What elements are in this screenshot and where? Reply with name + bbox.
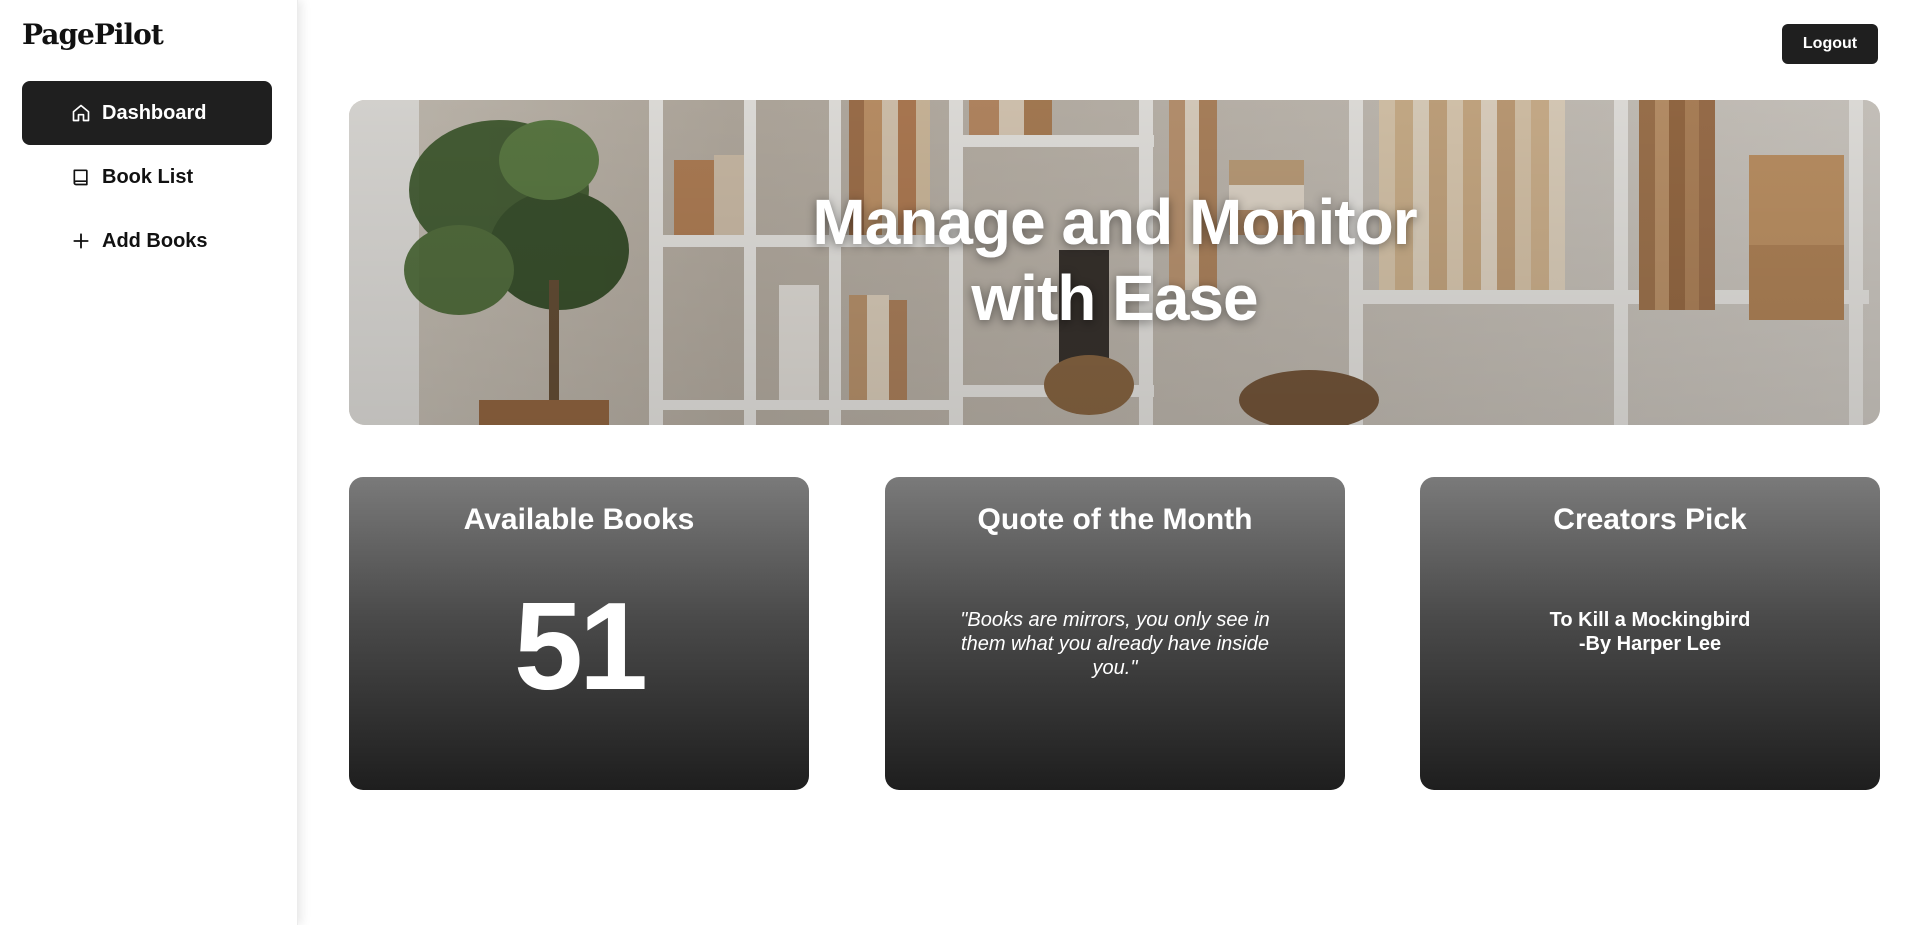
hero-title-line-1: Manage and Monitor	[812, 186, 1417, 258]
card-title: Quote of the Month	[977, 503, 1253, 536]
sidebar: PagePilot Dashboard Book List Add Books	[0, 0, 298, 925]
sidebar-item-book-list[interactable]: Book List	[22, 145, 272, 209]
quote-text: "Books are mirrors, you only see in them…	[960, 609, 1270, 679]
app-root: PagePilot Dashboard Book List Add Books …	[0, 0, 1916, 925]
sidebar-item-label: Book List	[102, 165, 194, 188]
pick-book-title: To Kill a Mockingbird	[1549, 609, 1751, 631]
pick-book-author: -By Harper Lee	[1578, 633, 1722, 655]
card-title: Creators Pick	[1553, 503, 1747, 536]
hero-banner: Manage and Monitor with Ease	[349, 100, 1880, 425]
plus-icon	[70, 230, 92, 252]
hero-title-line-2: with Ease	[971, 262, 1258, 334]
sidebar-item-dashboard[interactable]: Dashboard	[22, 81, 272, 145]
creators-pick-text: To Kill a Mockingbird -By Harper Lee	[1420, 608, 1880, 656]
quote-of-the-month-card: Quote of the Month "Books are mirrors, y…	[885, 477, 1345, 790]
available-books-card: Available Books 51	[349, 477, 809, 790]
home-icon	[70, 102, 92, 124]
logout-button[interactable]: Logout	[1782, 24, 1878, 64]
hero-title: Manage and Monitor with Ease	[349, 184, 1880, 336]
sidebar-nav: Dashboard Book List Add Books	[22, 81, 272, 273]
brand-logo[interactable]: PagePilot	[22, 18, 164, 51]
creators-pick-card: Creators Pick To Kill a Mockingbird -By …	[1420, 477, 1880, 790]
sidebar-item-label: Dashboard	[102, 101, 207, 124]
available-books-count: 51	[514, 578, 648, 716]
sidebar-item-add-books[interactable]: Add Books	[22, 209, 272, 273]
sidebar-item-label: Add Books	[102, 229, 208, 252]
card-title: Available Books	[463, 503, 695, 536]
book-icon	[70, 166, 92, 188]
